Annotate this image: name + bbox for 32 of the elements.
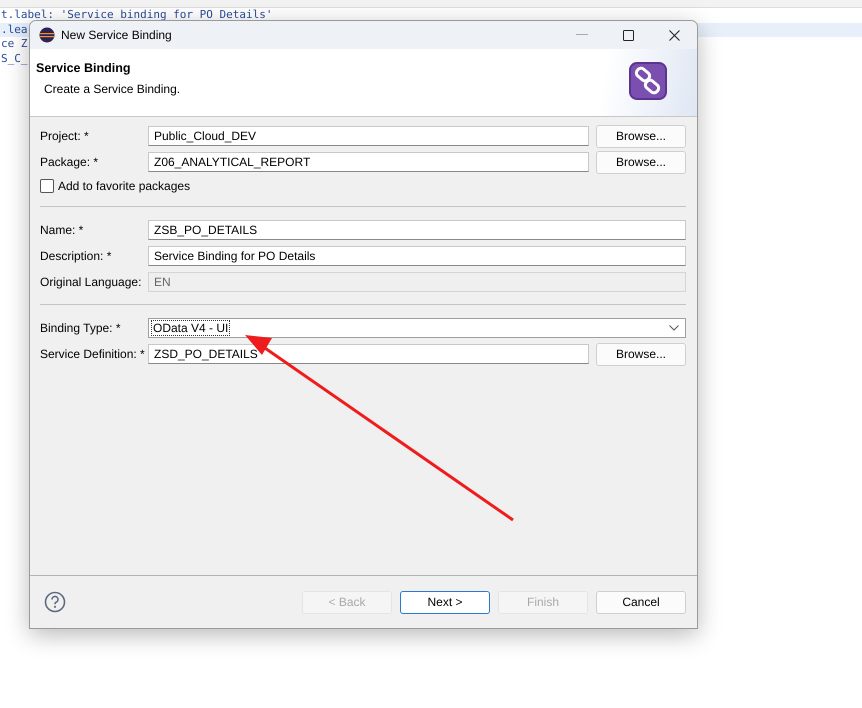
code-line: S_C_ <box>1 52 28 64</box>
wizard-button[interactable]: Cancel <box>596 590 686 614</box>
browse-button[interactable]: Browse... <box>596 150 686 174</box>
close-icon[interactable] <box>669 30 680 40</box>
chevron-down-icon <box>669 325 679 331</box>
help-icon[interactable] <box>44 591 66 613</box>
window-title: New Service Binding <box>61 28 172 42</box>
field-label: Package: * <box>40 155 100 169</box>
field-label: Original Language: <box>40 275 141 289</box>
text-field[interactable]: Z06_ANALYTICAL_REPORT <box>148 152 589 172</box>
field-label: Binding Type: * <box>40 321 122 335</box>
checkbox-label: Add to favorite packages <box>58 179 190 193</box>
chain-link-icon <box>629 62 667 102</box>
text-field[interactable]: ZSD_PO_DETAILS <box>148 344 589 364</box>
field-label: Name: * <box>40 223 84 237</box>
code-line: t.label: 'Service binding for PO Details' <box>1 8 273 21</box>
browse-button[interactable]: Browse... <box>596 124 686 148</box>
text-field[interactable]: Service Binding for PO Details <box>148 246 686 266</box>
wizard-button[interactable]: Next > <box>400 590 490 614</box>
page-description: Create a Service Binding. <box>43 82 180 96</box>
app-icon <box>39 27 55 43</box>
page-title: Service Binding <box>36 61 132 75</box>
field-label: Project: * <box>40 129 90 143</box>
maximize-icon[interactable] <box>623 30 634 40</box>
text-field[interactable]: ZSB_PO_DETAILS <box>148 220 686 240</box>
field-label: Description: * <box>40 249 112 263</box>
browse-button[interactable]: Browse... <box>596 342 686 366</box>
checkbox[interactable] <box>40 179 54 193</box>
code-line: .lea <box>1 22 28 36</box>
dropdown[interactable]: OData V4 - UI <box>148 318 686 338</box>
code-line: ce Z <box>1 37 28 50</box>
text-field[interactable]: Public_Cloud_DEV <box>148 126 589 146</box>
